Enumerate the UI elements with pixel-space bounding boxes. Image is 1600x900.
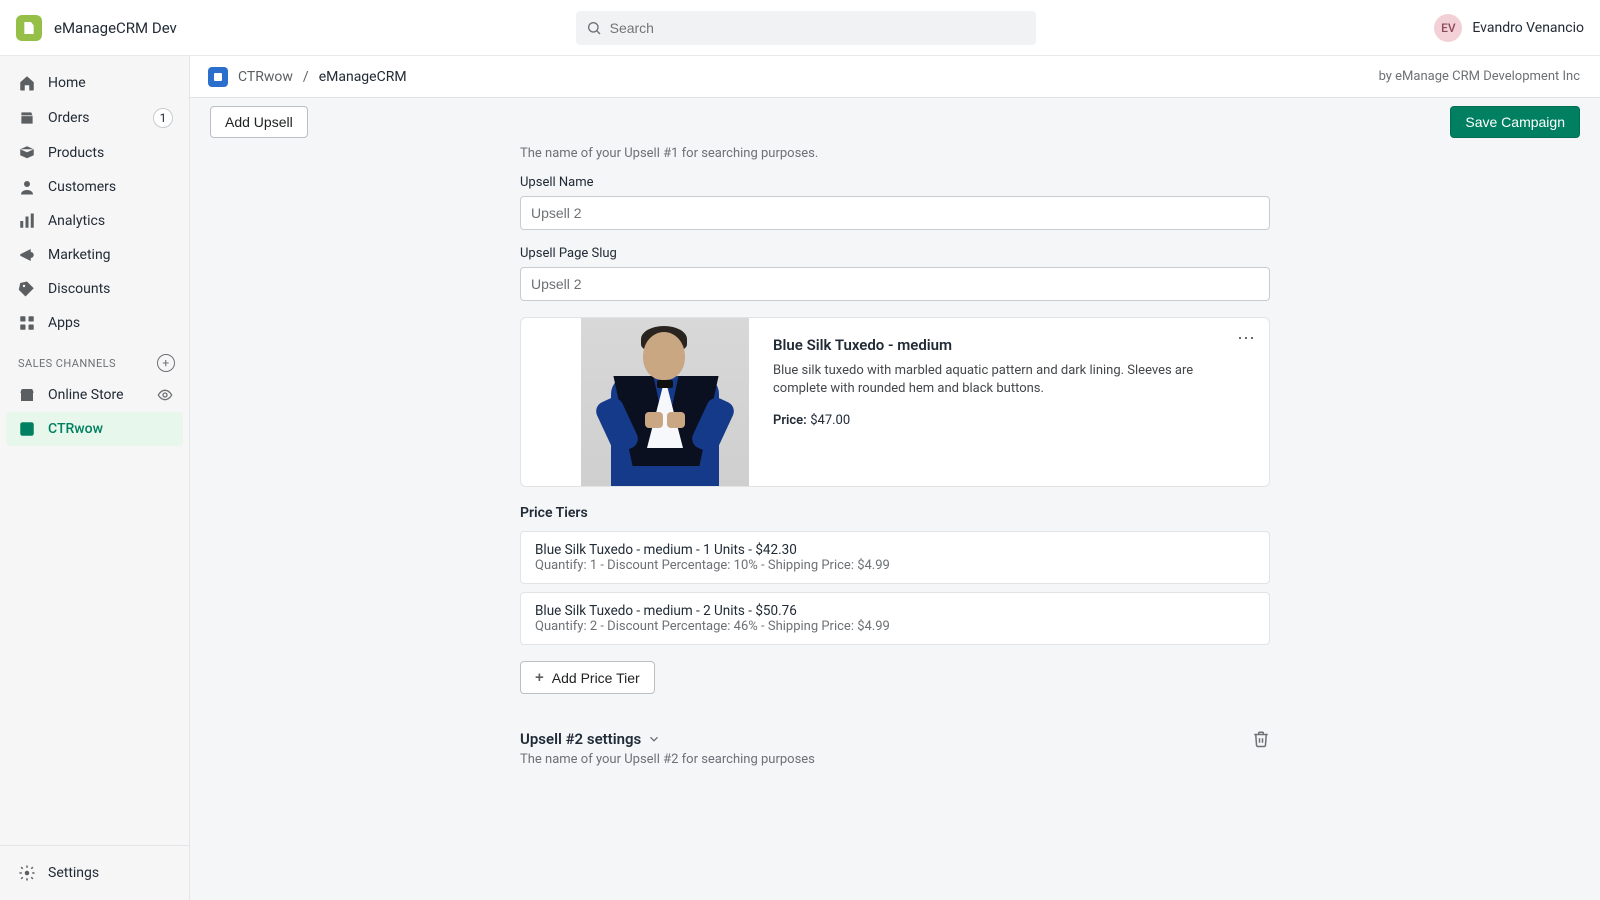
nav-label: Orders	[48, 110, 90, 126]
upsell2-helper: The name of your Upsell #2 for searching…	[520, 752, 1270, 766]
nav-ctrwow[interactable]: CTRwow	[6, 412, 183, 446]
sidebar: Home Orders 1 Products Customers Analyti…	[0, 56, 190, 900]
topbar-left: eManageCRM Dev	[16, 15, 177, 41]
product-info: Blue Silk Tuxedo - medium Blue silk tuxe…	[773, 318, 1269, 486]
add-channel-icon[interactable]: +	[157, 354, 175, 372]
form-card: The name of your Upsell #1 for searching…	[520, 146, 1270, 766]
search-input[interactable]	[610, 20, 1026, 36]
sales-channels-label: SALES CHANNELS	[18, 357, 116, 370]
store-icon	[18, 386, 36, 404]
tier-title: Blue Silk Tuxedo - medium - 1 Units - $4…	[535, 542, 1255, 558]
breadcrumb-sep: /	[303, 69, 309, 85]
nav-channels: Online Store CTRwow	[0, 378, 189, 446]
nav-label: Marketing	[48, 247, 111, 263]
kebab-icon[interactable]: ⋯	[1237, 328, 1257, 349]
breadcrumb-leaf: eManageCRM	[319, 69, 407, 85]
user-name[interactable]: Evandro Venancio	[1472, 20, 1584, 36]
upsell-name-label: Upsell Name	[520, 175, 1270, 190]
home-icon	[18, 74, 36, 92]
button-label: Add Upsell	[225, 114, 293, 130]
nav-online-store[interactable]: Online Store	[0, 378, 189, 412]
upsell1-helper: The name of your Upsell #1 for searching…	[520, 146, 1270, 161]
breadcrumb-root[interactable]: CTRwow	[238, 69, 293, 85]
tier-subtitle: Quantify: 1 - Discount Percentage: 10% -…	[535, 558, 1255, 573]
nav-discounts[interactable]: Discounts	[0, 272, 189, 306]
upsell2-title-text: Upsell #2 settings	[520, 730, 641, 748]
price-label: Price:	[773, 413, 807, 428]
upsell-slug-input[interactable]	[520, 267, 1270, 301]
nav-products[interactable]: Products	[0, 136, 189, 170]
nav-label: Home	[48, 75, 86, 91]
products-icon	[18, 144, 36, 162]
avatar[interactable]: EV	[1434, 14, 1462, 42]
gear-icon	[18, 864, 36, 882]
orders-icon	[18, 109, 36, 127]
nav-label: Discounts	[48, 281, 110, 297]
app-byline: by eManage CRM Development Inc	[1379, 69, 1580, 84]
price-value: $47.00	[810, 413, 850, 428]
search-icon	[586, 20, 602, 36]
nav-marketing[interactable]: Marketing	[0, 238, 189, 272]
price-tiers-heading: Price Tiers	[520, 505, 1270, 521]
nav-label: CTRwow	[48, 421, 103, 437]
topbar-center	[177, 11, 1435, 45]
search-field[interactable]	[576, 11, 1036, 45]
trash-icon[interactable]	[1252, 730, 1270, 748]
upsell2-header-row: Upsell #2 settings	[520, 730, 1270, 748]
topbar-right: EV Evandro Venancio	[1434, 14, 1584, 42]
tier-subtitle: Quantify: 2 - Discount Percentage: 46% -…	[535, 619, 1255, 634]
discounts-icon	[18, 280, 36, 298]
nav-analytics[interactable]: Analytics	[0, 204, 189, 238]
save-campaign-button[interactable]: Save Campaign	[1450, 106, 1580, 138]
tier-title: Blue Silk Tuxedo - medium - 2 Units - $5…	[535, 603, 1255, 619]
add-upsell-button[interactable]: Add Upsell	[210, 106, 308, 138]
upsell-name-input[interactable]	[520, 196, 1270, 230]
nav-label: Products	[48, 145, 104, 161]
marketing-icon	[18, 246, 36, 264]
nav-primary: Home Orders 1 Products Customers Analyti…	[0, 66, 189, 340]
main: CTRwow / eManageCRM by eManage CRM Devel…	[190, 0, 1600, 900]
nav-label: Customers	[48, 179, 116, 195]
analytics-icon	[18, 212, 36, 230]
toolbar: Add Upsell Save Campaign	[190, 98, 1600, 146]
apps-icon	[18, 314, 36, 332]
breadcrumb: CTRwow / eManageCRM	[208, 67, 407, 87]
plus-icon: +	[535, 669, 544, 686]
sidebar-footer: Settings	[0, 845, 189, 900]
nav-customers[interactable]: Customers	[0, 170, 189, 204]
upsell-slug-label: Upsell Page Slug	[520, 246, 1270, 261]
nav-settings[interactable]: Settings	[0, 856, 189, 890]
ctrwow-icon	[18, 420, 36, 438]
button-label: Add Price Tier	[552, 670, 640, 686]
nav-label: Settings	[48, 865, 99, 881]
nav-label: Online Store	[48, 387, 124, 403]
product-price-row: Price: $47.00	[773, 412, 1221, 428]
price-tier-row[interactable]: Blue Silk Tuxedo - medium - 1 Units - $4…	[520, 531, 1270, 584]
topbar: eManageCRM Dev EV Evandro Venancio	[0, 0, 1600, 56]
add-price-tier-button[interactable]: + Add Price Tier	[520, 661, 655, 694]
nav-label: Analytics	[48, 213, 105, 229]
product-image	[581, 318, 749, 486]
chevron-down-icon	[647, 732, 661, 746]
price-tier-row[interactable]: Blue Silk Tuxedo - medium - 2 Units - $5…	[520, 592, 1270, 645]
nav-apps[interactable]: Apps	[0, 306, 189, 340]
upsell2-toggle[interactable]: Upsell #2 settings	[520, 730, 661, 748]
app-header: CTRwow / eManageCRM by eManage CRM Devel…	[190, 56, 1600, 98]
app-tile-icon	[208, 67, 228, 87]
content: The name of your Upsell #1 for searching…	[190, 146, 1600, 790]
orders-badge: 1	[153, 108, 173, 128]
product-title: Blue Silk Tuxedo - medium	[773, 336, 1221, 354]
shopify-logo-icon	[16, 15, 42, 41]
product-card: Blue Silk Tuxedo - medium Blue silk tuxe…	[520, 317, 1270, 487]
eye-icon[interactable]	[157, 387, 173, 403]
store-name: eManageCRM Dev	[54, 19, 177, 37]
button-label: Save Campaign	[1465, 114, 1565, 130]
product-description: Blue silk tuxedo with marbled aquatic pa…	[773, 362, 1221, 398]
customers-icon	[18, 178, 36, 196]
nav-label: Apps	[48, 315, 80, 331]
nav-home[interactable]: Home	[0, 66, 189, 100]
sales-channels-header: SALES CHANNELS +	[0, 340, 189, 378]
nav-orders[interactable]: Orders 1	[0, 100, 189, 136]
